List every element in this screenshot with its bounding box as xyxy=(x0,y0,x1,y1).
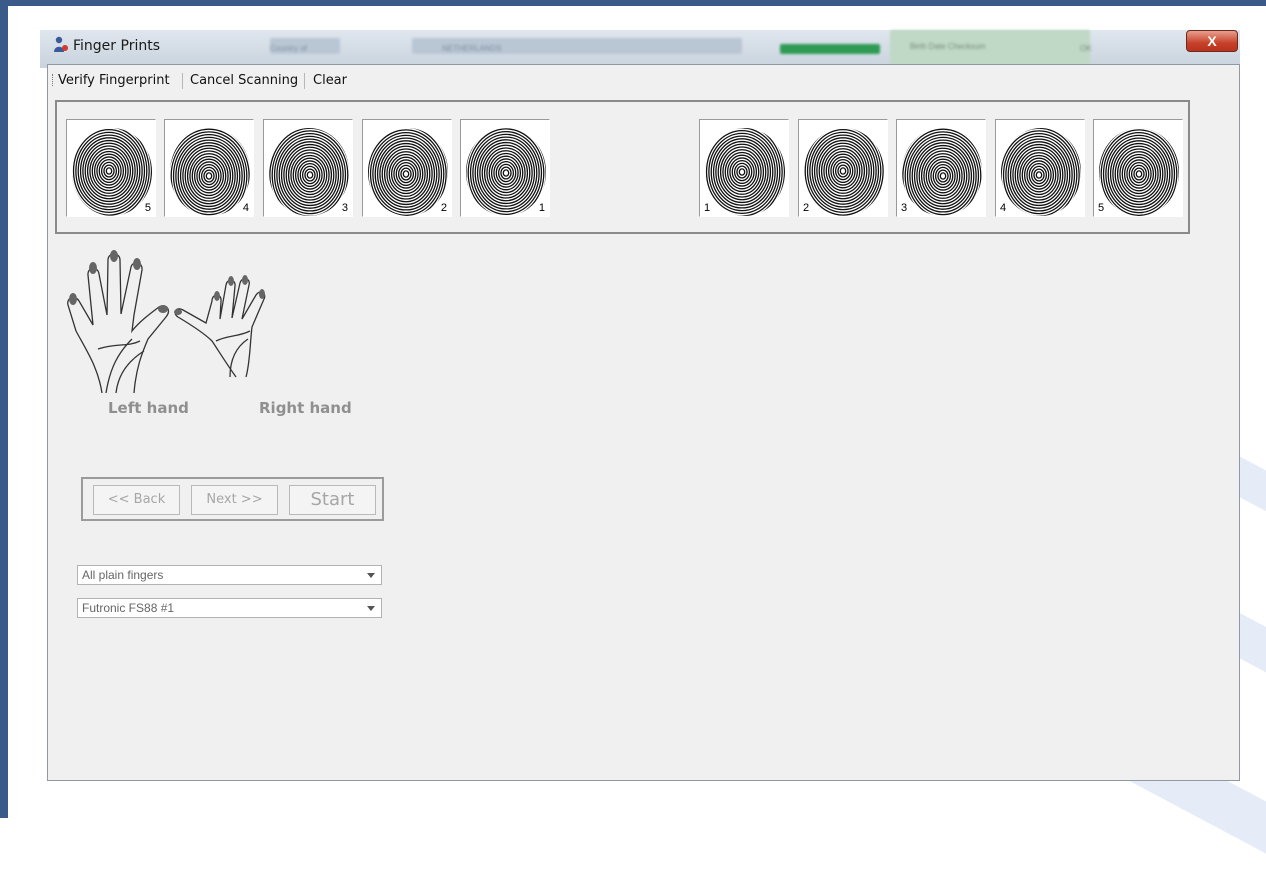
chevron-down-icon xyxy=(367,573,375,578)
scanner-value: Futronic FS88 #1 xyxy=(82,601,175,615)
fingerprint-left-3[interactable]: 3 xyxy=(263,119,353,217)
chevron-down-icon xyxy=(367,606,375,611)
fingerprints-window: Verify Fingerprint Cancel Scanning Clear… xyxy=(47,64,1240,781)
fingerprints-panel: 5 4 3 2 1 1 2 3 4 5 xyxy=(55,100,1190,234)
finger-number: 3 xyxy=(899,202,910,214)
scan-navigation-group: << Back Next >> Start xyxy=(81,477,384,521)
finger-number: 3 xyxy=(339,202,350,214)
fingerprint-left-5[interactable]: 5 xyxy=(66,119,156,217)
hands-diagram: Left hand Right hand xyxy=(66,243,356,423)
fingerprint-ridges-icon xyxy=(902,128,982,216)
fingerprint-right-2[interactable]: 2 xyxy=(798,119,888,217)
fingerprint-ridges-icon xyxy=(1001,128,1081,216)
fingerprint-left-4[interactable]: 4 xyxy=(164,119,254,217)
user-fingerprint-icon xyxy=(53,36,69,54)
finger-number: 2 xyxy=(801,202,812,214)
finger-number: 4 xyxy=(998,202,1009,214)
window-title: Finger Prints xyxy=(73,38,161,54)
scanner-select[interactable]: Futronic FS88 #1 xyxy=(77,598,382,618)
fingerprint-left-1[interactable]: 1 xyxy=(460,119,550,217)
finger-number: 4 xyxy=(240,202,251,214)
window-titlebar: Finger Prints X xyxy=(47,30,1240,64)
back-button[interactable]: << Back xyxy=(93,485,180,515)
finger-number: 2 xyxy=(438,202,449,214)
toolbar: Verify Fingerprint Cancel Scanning Clear xyxy=(48,65,1239,95)
finger-number: 1 xyxy=(536,202,547,214)
toolbar-grip[interactable] xyxy=(52,74,55,86)
left-hand-label: Left hand xyxy=(108,399,189,417)
cancel-scanning-button[interactable]: Cancel Scanning xyxy=(190,73,298,88)
finger-number: 5 xyxy=(1096,202,1107,214)
fingerprint-right-5[interactable]: 5 xyxy=(1093,119,1183,217)
fingerprint-right-3[interactable]: 3 xyxy=(896,119,986,217)
fingerprint-right-4[interactable]: 4 xyxy=(995,119,1085,217)
close-button[interactable]: X xyxy=(1186,30,1238,52)
start-button[interactable]: Start xyxy=(289,485,376,515)
hands-icon[interactable] xyxy=(66,243,356,393)
finger-number: 1 xyxy=(702,202,713,214)
right-hand-label: Right hand xyxy=(259,399,352,417)
next-button[interactable]: Next >> xyxy=(191,485,278,515)
toolbar-separator xyxy=(182,73,183,89)
fingerprint-ridges-icon xyxy=(705,128,785,216)
capture-mode-value: All plain fingers xyxy=(82,568,164,582)
fingerprint-ridges-icon xyxy=(804,128,884,216)
clear-button[interactable]: Clear xyxy=(313,73,347,88)
fingerprint-left-2[interactable]: 2 xyxy=(362,119,452,217)
capture-mode-select[interactable]: All plain fingers xyxy=(77,565,382,585)
fingerprint-ridges-icon xyxy=(1099,128,1179,216)
toolbar-separator xyxy=(304,73,305,89)
fingerprint-right-1[interactable]: 1 xyxy=(699,119,789,217)
verify-fingerprint-button[interactable]: Verify Fingerprint xyxy=(58,73,170,88)
finger-number: 5 xyxy=(142,202,153,214)
